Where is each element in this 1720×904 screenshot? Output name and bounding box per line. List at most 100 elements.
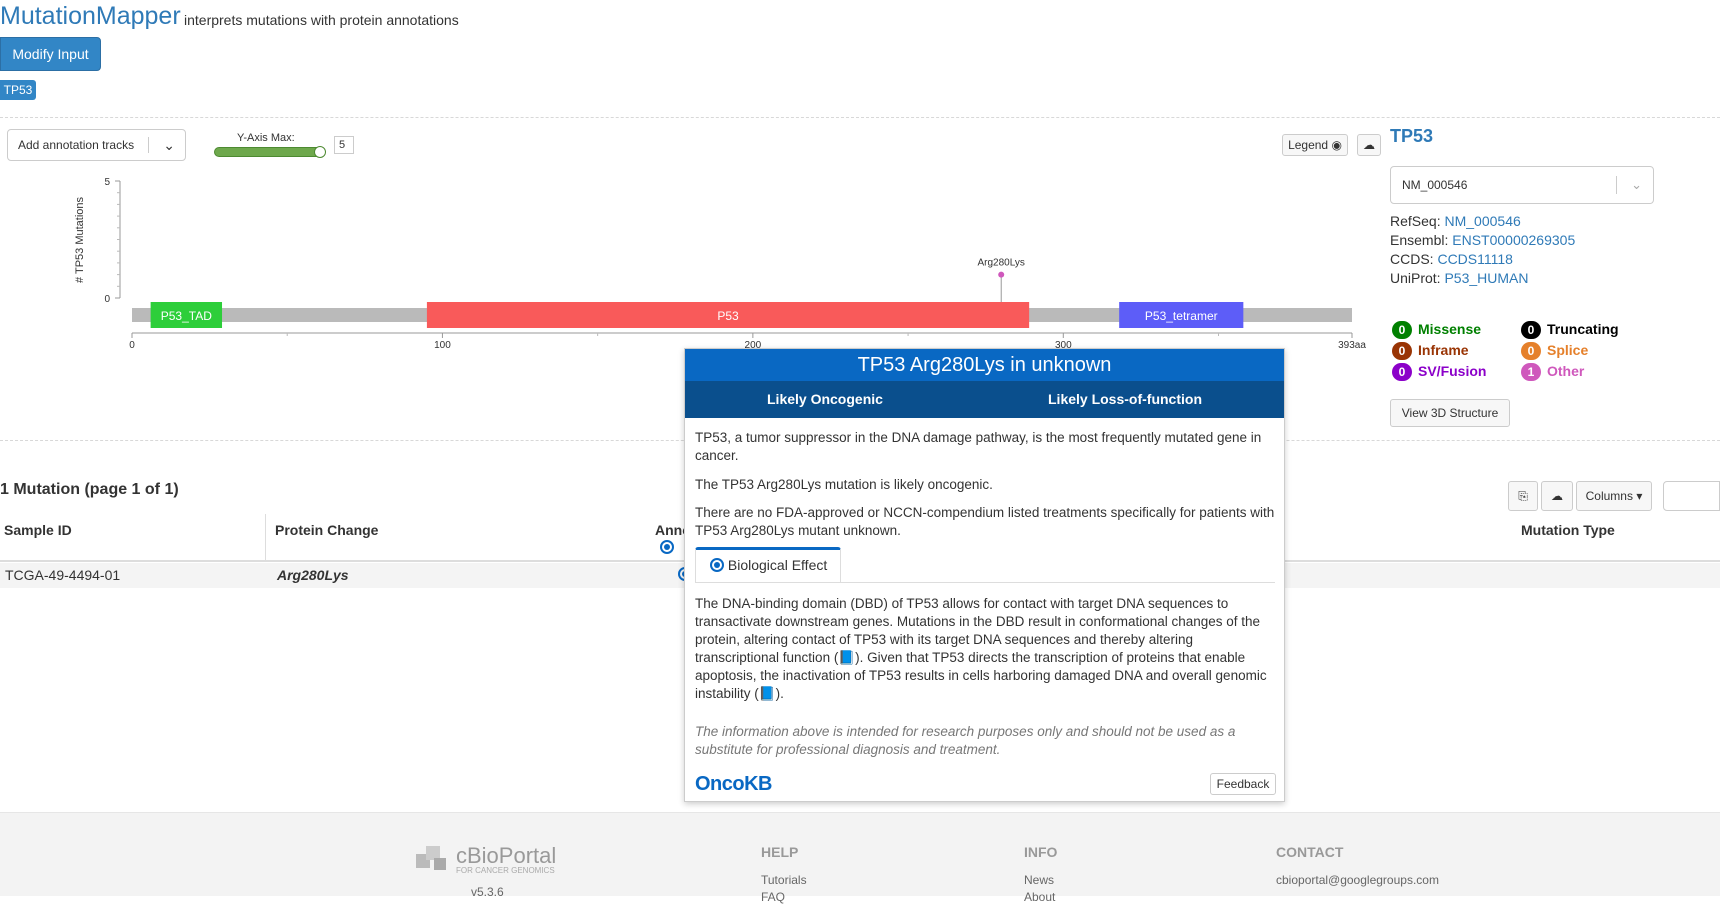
transcript-select[interactable]: NM_000546 ⌄ — [1390, 166, 1654, 204]
modify-input-button[interactable]: Modify Input — [0, 37, 101, 71]
sv-fusion-label: SV/Fusion — [1418, 363, 1487, 379]
view-3d-structure-button[interactable]: View 3D Structure — [1390, 399, 1510, 427]
lollipop-head — [998, 271, 1005, 278]
ccds-link[interactable]: CCDS11118 — [1437, 251, 1512, 267]
legend-other[interactable]: 1 Other — [1521, 363, 1584, 381]
treatment-summary: There are no FDA-approved or NCCN-compen… — [695, 505, 1275, 538]
legend-button[interactable]: Legend ◉ — [1282, 134, 1348, 156]
mutation-effect-label: Likely Loss-of-function — [1048, 391, 1202, 407]
oncokb-icon — [660, 540, 674, 554]
caret-down-icon: ▾ — [1636, 489, 1643, 503]
y-tick-label: 5 — [104, 177, 110, 188]
x-tick-label: 100 — [434, 340, 451, 351]
refseq-label: RefSeq: — [1390, 213, 1441, 229]
other-count: 1 — [1521, 363, 1541, 381]
domain-label: P53_tetramer — [1145, 309, 1218, 323]
domain-label: P53 — [717, 309, 739, 323]
mutation-label: Arg280Lys — [977, 258, 1024, 269]
gene-summary: TP53, a tumor suppressor in the DNA dama… — [695, 430, 1262, 463]
copy-button[interactable]: ⎘ — [1508, 481, 1538, 511]
y-axis-label: # TP53 Mutations — [74, 196, 86, 283]
news-link[interactable]: News — [1024, 873, 1054, 887]
y-axis-slider-handle[interactable] — [314, 146, 326, 158]
refseq-link[interactable]: NM_000546 — [1444, 213, 1520, 229]
tab-underline — [695, 582, 1275, 583]
ccds-row: CCDS: CCDS11118 — [1390, 251, 1513, 267]
col-protein-change[interactable]: Protein Change — [275, 522, 378, 538]
columns-dropdown[interactable]: Columns ▾ — [1576, 481, 1652, 511]
sv-fusion-count: 0 — [1392, 363, 1412, 381]
download-table-button[interactable]: ☁ — [1541, 481, 1573, 511]
cbioportal-logo-icon — [416, 844, 448, 876]
annotation-tracks-select[interactable]: Add annotation tracks ⌄ — [7, 129, 186, 161]
tooltip-summary-bar: Likely Oncogenic Likely Loss-of-function — [685, 381, 1284, 418]
missense-label: Missense — [1418, 321, 1482, 337]
tab-biological-effect[interactable]: Biological Effect — [695, 547, 841, 583]
y-axis-max-input[interactable]: 5 — [334, 136, 354, 154]
protein-change-cell: Arg280Lys — [277, 567, 349, 583]
x-tick-label: 393aa — [1338, 340, 1366, 351]
faq-link[interactable]: FAQ — [761, 890, 785, 904]
legend-sv-fusion[interactable]: 0 SV/Fusion — [1392, 363, 1486, 381]
ensembl-row: Ensembl: ENST00000269305 — [1390, 232, 1575, 248]
cbioportal-tagline: FOR CANCER GENOMICS — [456, 866, 555, 875]
tab-label: Biological Effect — [727, 557, 828, 573]
table-search-input[interactable] — [1663, 481, 1720, 511]
uniprot-row: UniProt: P53_HUMAN — [1390, 270, 1529, 286]
variant-summary: The TP53 Arg280Lys mutation is likely on… — [695, 477, 993, 492]
contact-heading: CONTACT — [1276, 844, 1344, 860]
transcript-value: NM_000546 — [1402, 178, 1468, 192]
column-divider — [265, 514, 266, 560]
inframe-label: Inframe — [1418, 342, 1469, 358]
about-link[interactable]: About — [1024, 890, 1055, 904]
tutorials-link[interactable]: Tutorials — [761, 873, 807, 887]
version: v5.3.6 — [471, 885, 504, 899]
contact-email-link[interactable]: cbioportal@googlegroups.com — [1276, 873, 1439, 887]
domain-label: P53_TAD — [161, 309, 212, 323]
legend-missense[interactable]: 0 Missense — [1392, 321, 1481, 339]
cloud-download-icon: ☁ — [1363, 138, 1375, 152]
eye-icon: ◉ — [1331, 138, 1342, 152]
oncogenicity-label: Likely Oncogenic — [767, 391, 883, 407]
cloud-download-icon: ☁ — [1551, 489, 1563, 503]
feedback-button[interactable]: Feedback — [1210, 773, 1276, 795]
lollipop-plot: # TP53 Mutations 5 0 P53_TAD P53 P53_tetram… — [74, 177, 1366, 351]
chevron-down-icon: ⌄ — [163, 137, 175, 153]
y-axis-slider[interactable] — [214, 147, 324, 157]
col-annotation[interactable]: Annotation — [655, 522, 685, 538]
gene-title[interactable]: TP53 — [1390, 126, 1433, 147]
legend-button-label: Legend — [1288, 138, 1329, 152]
legend-truncating[interactable]: 0 Truncating — [1521, 321, 1619, 339]
splice-label: Splice — [1547, 342, 1589, 358]
disclaimer: The information above is intended for re… — [695, 724, 1236, 757]
sample-id-cell[interactable]: TCGA-49-4494-01 — [5, 567, 120, 583]
copy-icon: ⎘ — [1518, 489, 1528, 503]
info-heading: INFO — [1024, 844, 1058, 860]
select-separator — [1616, 176, 1617, 194]
download-button[interactable]: ☁ — [1357, 134, 1381, 156]
refseq-row: RefSeq: NM_000546 — [1390, 213, 1521, 229]
uniprot-label: UniProt: — [1390, 270, 1441, 286]
truncating-label: Truncating — [1547, 321, 1619, 337]
col-sample-id[interactable]: Sample ID — [4, 522, 72, 538]
columns-label: Columns — [1585, 489, 1633, 503]
gene-tab-tp53[interactable]: TP53 — [0, 80, 36, 100]
ensembl-link[interactable]: ENST00000269305 — [1452, 232, 1575, 248]
col-mutation-type[interactable]: Mutation Type — [1521, 522, 1615, 538]
legend-splice[interactable]: 0 Splice — [1521, 342, 1588, 360]
y-axis-max-label: Y-Axis Max: — [237, 132, 295, 144]
app-title: MutationMapper — [0, 2, 181, 30]
uniprot-link[interactable]: P53_HUMAN — [1444, 270, 1528, 286]
ccds-label: CCDS: — [1390, 251, 1434, 267]
missense-count: 0 — [1392, 321, 1412, 339]
footer — [0, 812, 1720, 896]
app-subtitle: interprets mutations with protein annota… — [184, 12, 459, 28]
inframe-count: 0 — [1392, 342, 1412, 360]
legend-inframe[interactable]: 0 Inframe — [1392, 342, 1469, 360]
oncokb-tooltip: TP53 Arg280Lys in unknown Likely Oncogen… — [684, 348, 1285, 802]
x-tick-label: 0 — [129, 340, 135, 351]
ensembl-label: Ensembl: — [1390, 232, 1449, 248]
oncokb-logo[interactable]: OncoKB — [695, 773, 773, 796]
annotation-tracks-placeholder: Add annotation tracks — [18, 138, 135, 152]
biological-effect-text: The DNA-binding domain (DBD) of TP53 all… — [695, 596, 1267, 701]
